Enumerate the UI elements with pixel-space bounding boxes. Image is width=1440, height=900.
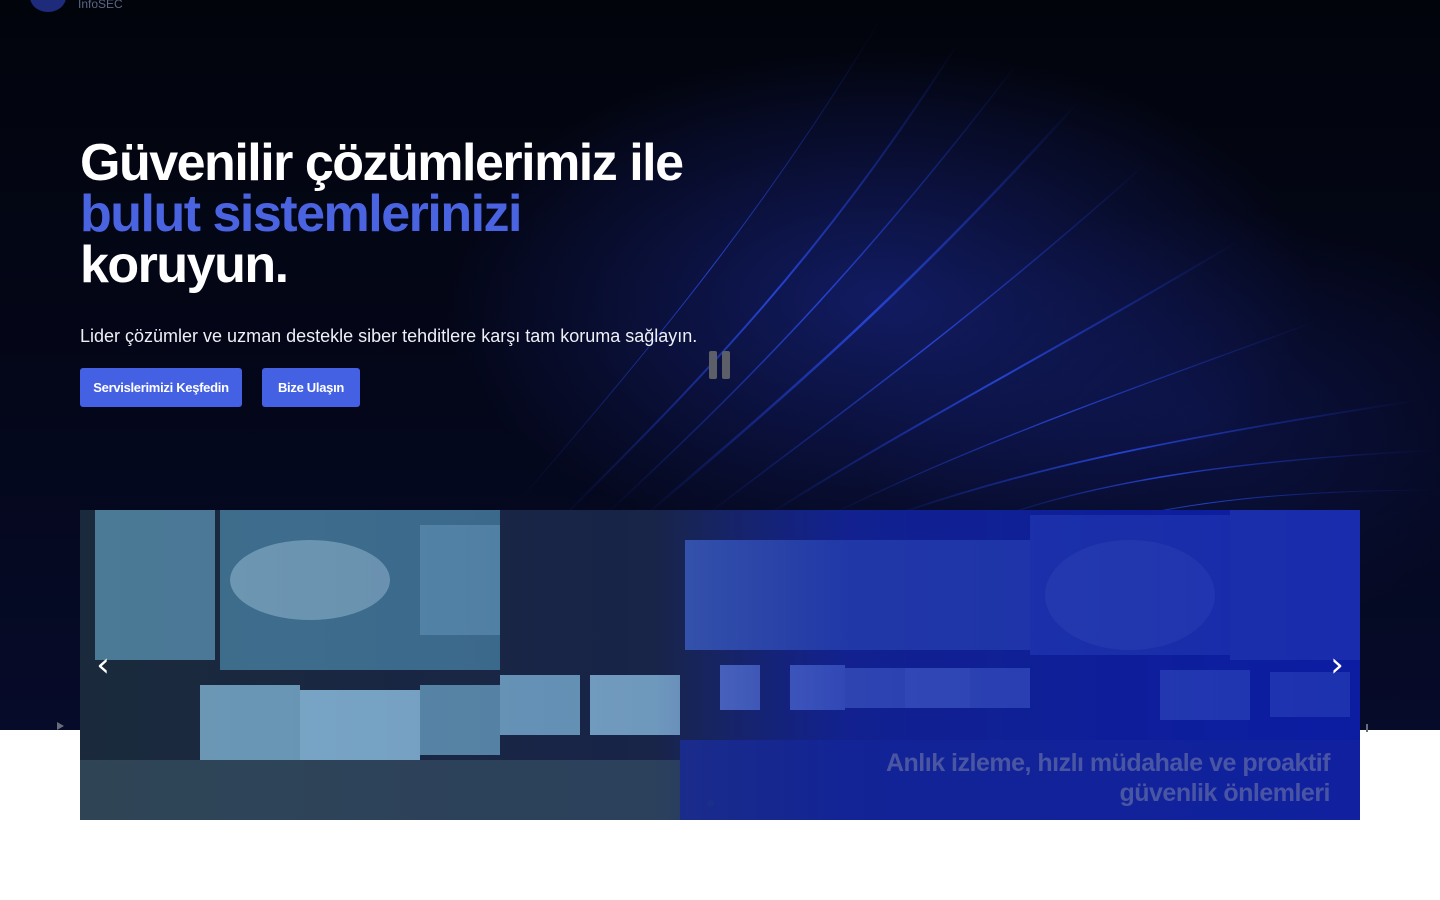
edge-marker-left [57,722,64,730]
chevron-left-icon[interactable]: ‹ [88,648,118,682]
hero-headline: Güvenilir çözümlerimiz ile bulut sisteml… [80,137,684,294]
contact-us-button[interactable]: Bize Ulaşın [262,368,360,407]
brand-name[interactable]: InfoSEC [78,0,123,11]
headline-line-1: Güvenilir çözümlerimiz ile [80,134,684,192]
explore-services-button[interactable]: Servislerimizi Keşfedin [80,368,242,407]
image-slider: Anlık izleme, hızlı müdahale ve proaktif… [80,510,1360,820]
edge-marker-right [1366,724,1368,732]
headline-line-3: koruyun. [80,236,289,294]
headline-line-2-accent: bulut sistemlerinizi [80,185,522,243]
slide-caption: Anlık izleme, hızlı müdahale ve proaktif… [885,749,1331,807]
slider-dot[interactable] [707,800,714,807]
pause-icon[interactable] [709,351,733,379]
hero-subtitle: Lider çözümler ve uzman destekle siber t… [80,326,698,346]
chevron-right-icon[interactable]: › [1322,648,1352,682]
